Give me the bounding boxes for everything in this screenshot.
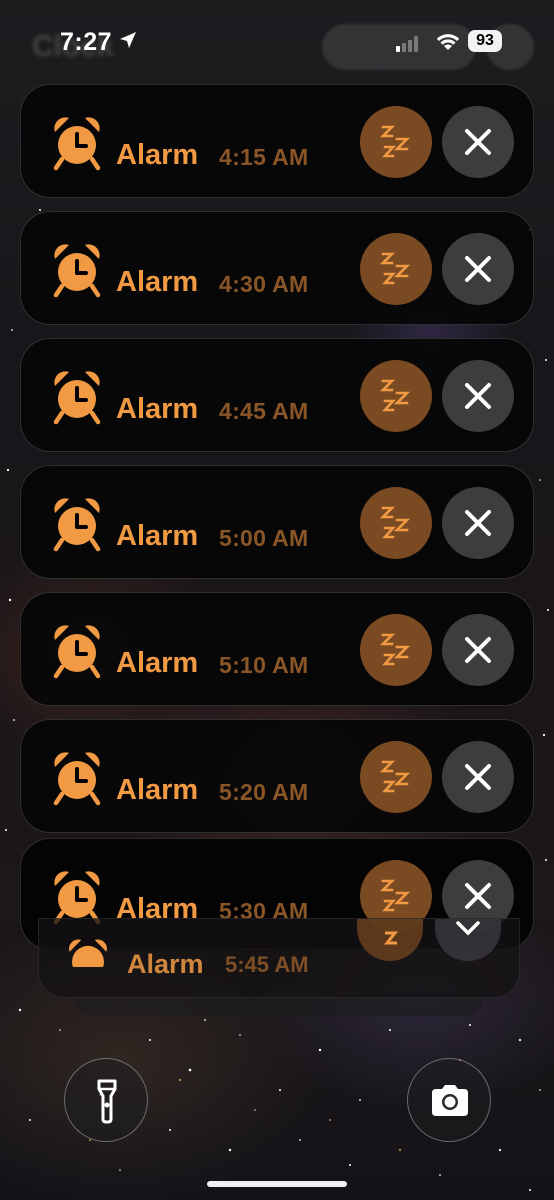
- notification-time: 5:00 AM: [219, 525, 309, 551]
- dismiss-button[interactable]: [442, 487, 514, 559]
- alarm-notification[interactable]: Alarm 5:00 AM: [20, 465, 534, 579]
- notification-title: Alarm: [116, 520, 199, 552]
- notification-title: Alarm: [116, 393, 199, 425]
- dismiss-button[interactable]: [442, 614, 514, 686]
- status-time: 7:27: [60, 28, 113, 56]
- alarm-clock-icon: [52, 115, 102, 171]
- home-indicator[interactable]: [207, 1181, 347, 1187]
- alarm-clock-icon: [52, 869, 102, 925]
- snooze-button[interactable]: [360, 106, 432, 178]
- wifi-icon: [436, 34, 460, 50]
- alarm-clock-icon: [67, 937, 109, 967]
- notification-time: 5:20 AM: [219, 779, 309, 805]
- dismiss-button[interactable]: [442, 233, 514, 305]
- notification-time: 4:45 AM: [219, 398, 309, 424]
- close-icon: [456, 921, 480, 936]
- alarm-notification[interactable]: Alarm 5:10 AM: [20, 592, 534, 706]
- snooze-button[interactable]: [360, 741, 432, 813]
- notification-title: Alarm: [116, 266, 199, 298]
- alarm-clock-icon: [52, 369, 102, 425]
- alarm-notification[interactable]: Alarm 5:20 AM: [20, 719, 534, 833]
- notification-title: Alarm: [116, 139, 199, 171]
- notification-time: 4:30 AM: [219, 271, 309, 297]
- notification-time: 4:15 AM: [219, 144, 309, 170]
- battery-indicator: 93: [468, 30, 502, 52]
- camera-icon: [432, 1085, 468, 1116]
- stacked-notification-title: Alarm: [127, 949, 204, 979]
- notification-title: Alarm: [116, 774, 199, 806]
- snooze-button[interactable]: [360, 360, 432, 432]
- snooze-button[interactable]: [357, 919, 423, 961]
- status-bar: Clock 7:27 93: [0, 0, 554, 80]
- dismiss-button[interactable]: [442, 741, 514, 813]
- snooze-button[interactable]: [360, 233, 432, 305]
- alarm-clock-icon: [52, 496, 102, 552]
- cellular-signal-icon: [396, 36, 418, 52]
- snooze-button[interactable]: [360, 487, 432, 559]
- alarm-clock-icon: [52, 750, 102, 806]
- alarm-clock-icon: [52, 623, 102, 679]
- dismiss-button[interactable]: [435, 919, 501, 961]
- alarm-notification[interactable]: Alarm 4:15 AM: [20, 84, 534, 198]
- stacked-notification-time: 5:45 AM: [225, 952, 309, 977]
- alarm-notification[interactable]: Alarm 4:45 AM: [20, 338, 534, 452]
- alarm-clock-icon: [52, 242, 102, 298]
- alarm-notification[interactable]: Alarm 4:30 AM: [20, 211, 534, 325]
- snooze-button[interactable]: [360, 614, 432, 686]
- location-arrow-icon: [120, 32, 136, 48]
- snooze-zzz-icon: [383, 931, 399, 945]
- stacked-notification[interactable]: Alarm 5:45 AM: [38, 918, 520, 998]
- dismiss-button[interactable]: [442, 360, 514, 432]
- dismiss-button[interactable]: [442, 106, 514, 178]
- notification-title: Alarm: [116, 647, 199, 679]
- flashlight-icon: [97, 1079, 117, 1124]
- camera-button[interactable]: [407, 1058, 491, 1142]
- flashlight-button[interactable]: [64, 1058, 148, 1142]
- notification-time: 5:10 AM: [219, 652, 309, 678]
